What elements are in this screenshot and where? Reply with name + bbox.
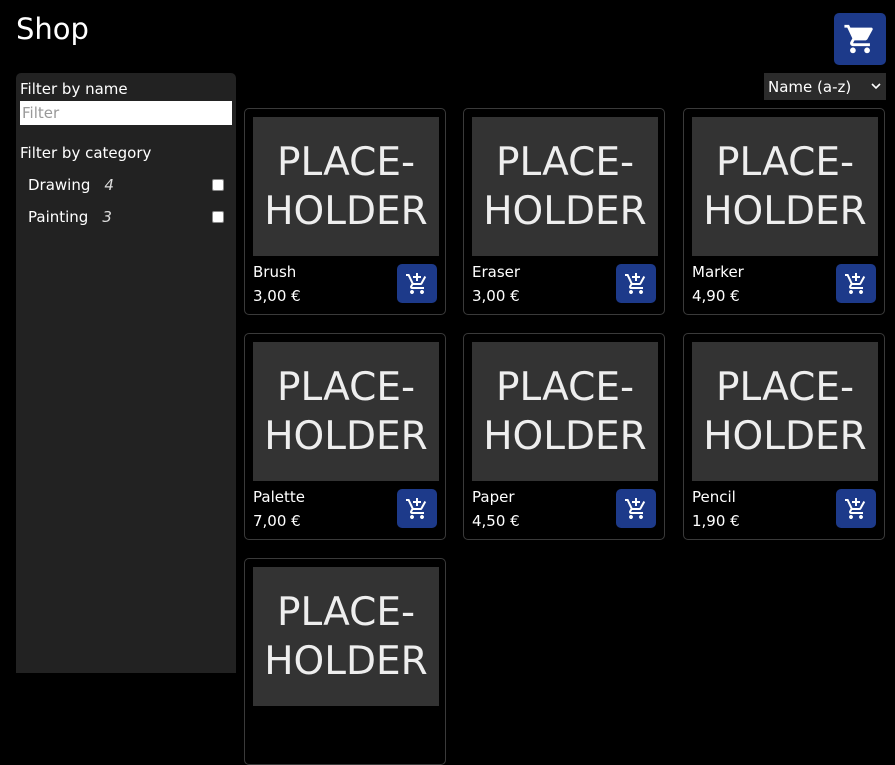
- product-name: Pencil: [692, 488, 736, 506]
- filter-sidebar: Filter by name Filter by category Drawin…: [16, 73, 236, 673]
- product-card[interactable]: PLACE- HOLDER: [244, 558, 446, 765]
- product-card-palette[interactable]: PLACE- HOLDER Palette 7,00 €: [244, 333, 446, 540]
- add-to-cart-button[interactable]: [836, 264, 876, 303]
- add-to-cart-icon: [406, 497, 427, 519]
- product-image-placeholder: PLACE- HOLDER: [472, 342, 658, 481]
- product-price: 4,90 €: [692, 287, 740, 305]
- product-image-placeholder: PLACE- HOLDER: [692, 342, 878, 481]
- category-count: 3: [102, 208, 112, 226]
- product-card-brush[interactable]: PLACE- HOLDER Brush 3,00 €: [244, 108, 446, 315]
- add-to-cart-icon: [625, 272, 646, 294]
- product-name: Paper: [472, 488, 515, 506]
- product-price: 7,00 €: [253, 512, 301, 530]
- product-card-marker[interactable]: PLACE- HOLDER Marker 4,90 €: [683, 108, 885, 315]
- chevron-down-icon: [871, 83, 881, 90]
- add-to-cart-button[interactable]: [397, 489, 437, 528]
- sort-select[interactable]: Name (a-z): [764, 73, 886, 100]
- add-to-cart-icon: [625, 497, 646, 519]
- filter-by-name-label: Filter by name: [20, 80, 128, 98]
- product-card-pencil[interactable]: PLACE- HOLDER Pencil 1,90 €: [683, 333, 885, 540]
- category-checkbox-painting[interactable]: [212, 211, 224, 223]
- product-image-placeholder: PLACE- HOLDER: [253, 342, 439, 481]
- add-to-cart-icon: [406, 272, 427, 294]
- product-price: 3,00 €: [253, 287, 301, 305]
- product-price: 3,00 €: [472, 287, 520, 305]
- category-count: 4: [104, 176, 114, 194]
- product-image-placeholder: PLACE- HOLDER: [253, 567, 439, 706]
- add-to-cart-button[interactable]: [397, 264, 437, 303]
- add-to-cart-icon: [845, 497, 866, 519]
- cart-button[interactable]: [834, 13, 886, 65]
- product-name: Eraser: [472, 263, 521, 281]
- product-image-placeholder: PLACE- HOLDER: [253, 117, 439, 256]
- category-checkbox-drawing[interactable]: [212, 179, 224, 191]
- name-filter-input[interactable]: [20, 101, 232, 125]
- sort-selected-value: Name (a-z): [768, 77, 852, 96]
- product-card-paper[interactable]: PLACE- HOLDER Paper 4,50 €: [463, 333, 665, 540]
- add-to-cart-button[interactable]: [616, 264, 656, 303]
- category-item-painting[interactable]: Painting 3: [28, 206, 224, 228]
- cart-icon: [844, 24, 873, 54]
- add-to-cart-button[interactable]: [836, 489, 876, 528]
- product-image-placeholder: PLACE- HOLDER: [692, 117, 878, 256]
- filter-by-category-label: Filter by category: [20, 144, 152, 162]
- category-item-drawing[interactable]: Drawing 4: [28, 174, 224, 196]
- product-name: Brush: [253, 263, 297, 281]
- product-card-eraser[interactable]: PLACE- HOLDER Eraser 3,00 €: [463, 108, 665, 315]
- product-name: Palette: [253, 488, 305, 506]
- add-to-cart-button[interactable]: [616, 489, 656, 528]
- category-label: Painting: [28, 208, 89, 226]
- add-to-cart-icon: [845, 272, 866, 294]
- category-label: Drawing: [28, 176, 91, 194]
- page-title: Shop: [16, 12, 89, 46]
- product-price: 1,90 €: [692, 512, 740, 530]
- product-price: 4,50 €: [472, 512, 520, 530]
- product-name: Marker: [692, 263, 744, 281]
- product-image-placeholder: PLACE- HOLDER: [472, 117, 658, 256]
